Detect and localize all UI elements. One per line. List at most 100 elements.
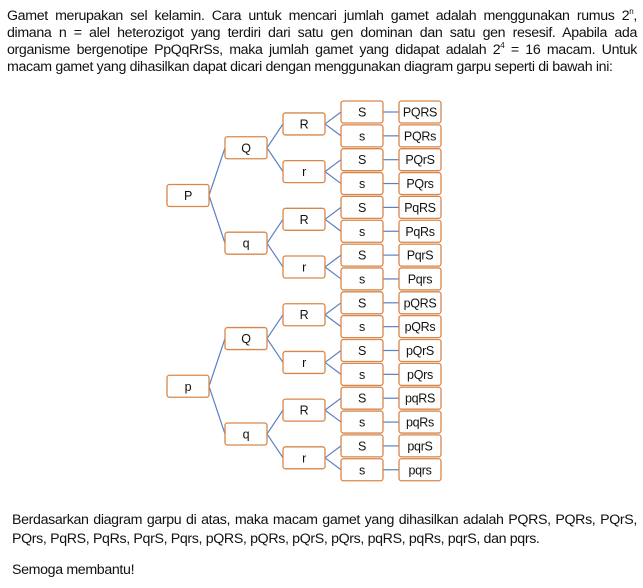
gamete-result-label: pqRS [405,392,435,406]
gene-s-node: S [340,148,384,172]
gene-r-node-label: r [302,451,306,465]
gamete-result: pQRs [398,314,442,339]
gene-p-node-label: p [185,380,192,394]
gamete-result: PqRs [398,219,442,243]
gamete-result-label: Pqrs [408,272,433,286]
gene-s-node: s [340,410,384,434]
branch-line [266,433,284,459]
gene-r-node: r [282,446,326,470]
gene-q-node: Q [224,136,268,160]
branch-line [266,242,284,268]
gamete-result: PQRs [398,124,442,148]
gamete-result-label: PQRs [404,129,436,143]
gamete-result: PQRS [398,100,442,124]
gamete-result: pQrs [398,362,442,387]
gene-s-node: s [340,124,384,148]
gene-r-node: r [282,159,326,184]
branch-line [324,457,342,471]
branch-line [324,206,342,220]
branch-line [324,218,342,232]
gene-q-node-label: q [243,427,250,441]
gamete-result: pQRS [398,291,442,315]
branch-line [266,314,284,339]
branch-line [208,195,226,244]
gene-r-node-label: r [302,165,306,179]
gene-s-node: s [340,171,384,196]
gamete-result-label: PQrs [406,177,433,191]
branch-line [324,171,342,185]
gene-s-node-label: s [359,177,365,191]
gamete-result: pqrS [398,434,442,458]
gene-q-node: q [224,422,268,446]
branch-line [324,314,342,328]
gene-r-node-label: R [300,117,309,131]
gene-s-node-label: s [359,368,365,382]
branch-line [266,147,284,172]
closing-text: Semoga membantu! [12,562,135,578]
gene-s-node: S [340,338,384,363]
gene-r-node-label: R [300,308,309,322]
gamete-result-label: PqrS [407,249,434,263]
branch-line [324,397,342,411]
branch-line [324,409,342,423]
conclusion-paragraph: Berdasarkan diagram garpu di atas, maka … [12,512,637,547]
branch-line [324,254,342,268]
gamete-result: Pqrs [398,267,442,291]
gamete-result-label: PqRS [404,201,435,215]
branch-line [266,338,284,363]
branch-line [324,361,342,375]
gene-s-node: S [340,243,384,267]
gene-s-node: S [340,386,384,410]
gene-s-node-label: s [359,416,365,430]
gene-q-node-label: Q [241,141,251,155]
fork-diagram: PQRSSPQRssRPQrSSPQrssrQPqRSSPqRssRPqrSSP… [166,100,442,482]
gamete-result-label: PqRs [405,225,434,239]
gene-r-node-label: r [302,261,306,275]
gene-r-node: R [282,303,326,327]
gene-p-node-label: P [184,189,192,203]
gene-s-node: s [340,267,384,291]
branch-line [324,111,342,125]
branch-line [324,445,342,459]
gene-s-node: S [340,195,384,220]
gene-s-node: S [340,291,384,315]
gene-s-node: s [340,219,384,243]
gene-s-node-label: s [359,320,365,334]
gene-q-node-label: q [243,237,250,251]
gamete-result-label: PQrS [405,153,434,167]
gamete-result: PqRS [398,195,442,220]
gene-p-node: p [166,374,210,398]
gamete-result: PQrs [398,171,442,196]
gene-s-node-label: S [358,106,366,120]
branch-line [324,302,342,316]
gene-s-node: S [340,100,384,124]
gene-q-node: Q [224,326,268,351]
gene-q-node: q [224,231,268,255]
gene-s-node-label: s [359,463,365,477]
branch-line [324,123,342,137]
gamete-result: pqRS [398,386,442,410]
gene-s-node-label: S [358,296,366,310]
gene-r-node-label: r [302,356,306,370]
gene-s-node: s [340,362,384,387]
gene-s-node-label: s [359,225,365,239]
gamete-result-label: pQRs [405,320,436,334]
gamete-result-label: pqRs [406,416,434,430]
gamete-result-label: pqrs [408,463,431,477]
branch-line [266,218,284,244]
gene-r-node: R [282,112,326,136]
gamete-result-label: pQrS [406,344,434,358]
gamete-result: PQrS [398,148,442,172]
gamete-result: pqRs [398,410,442,434]
gamete-result: pQrS [398,338,442,363]
branch-line [208,386,226,435]
gene-r-node: r [282,255,326,279]
gene-s-node-label: S [358,153,366,167]
gene-s-node-label: S [358,201,366,215]
gene-r-node-label: R [300,404,309,418]
gene-r-node-label: R [300,213,309,227]
branch-line [324,159,342,173]
gamete-result-label: pQRS [404,296,437,310]
gene-r-node: r [282,350,326,375]
branch-line [266,123,284,149]
